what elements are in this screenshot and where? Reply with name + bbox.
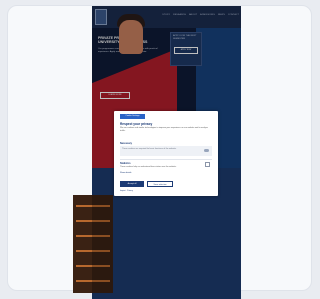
section-statistics: Statistics	[120, 162, 131, 165]
necessary-row: These cookies are required for basic fun…	[120, 146, 212, 156]
cookie-description: We use cookies and similar technologies …	[120, 127, 208, 132]
section-necessary: Necessary	[120, 142, 132, 145]
statistics-text: These cookies help us understand how vis…	[120, 166, 177, 168]
cookie-consent-modal: Cookie Settings Respect your privacy We …	[114, 111, 218, 196]
save-selection-button[interactable]: Save selection	[147, 181, 173, 187]
show-details-link[interactable]: Show details	[120, 172, 210, 175]
necessary-text: These cookies are required for basic fun…	[122, 148, 177, 150]
cookie-title: Respect your privacy	[120, 122, 153, 126]
cookie-tag: Cookie Settings	[120, 114, 145, 119]
divider	[120, 159, 212, 160]
footer-links[interactable]: Imprint · Privacy	[120, 190, 133, 192]
necessary-toggle[interactable]	[204, 149, 209, 152]
accept-all-button[interactable]: Accept all	[120, 181, 144, 187]
